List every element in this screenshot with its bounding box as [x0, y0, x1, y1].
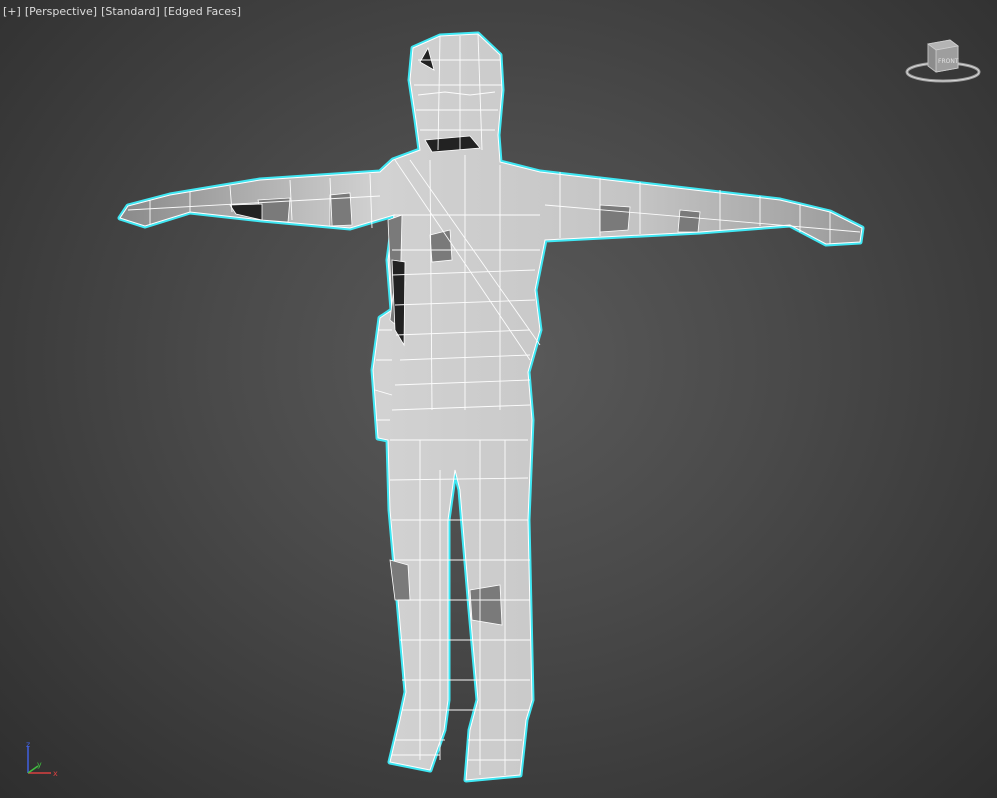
character-mesh[interactable] — [0, 0, 997, 798]
axis-z-label: z — [26, 740, 30, 749]
axis-tripod-icon: x z y — [26, 740, 58, 778]
axis-x-label: x — [53, 769, 58, 778]
mesh-body — [119, 33, 863, 781]
perspective-viewport[interactable]: [+] [Perspective] [Standard] [Edged Face… — [0, 0, 997, 798]
viewcube-icon[interactable]: FRONT — [900, 32, 990, 92]
axis-y-label: y — [37, 760, 42, 769]
viewcube-face-label: FRONT — [938, 58, 959, 65]
